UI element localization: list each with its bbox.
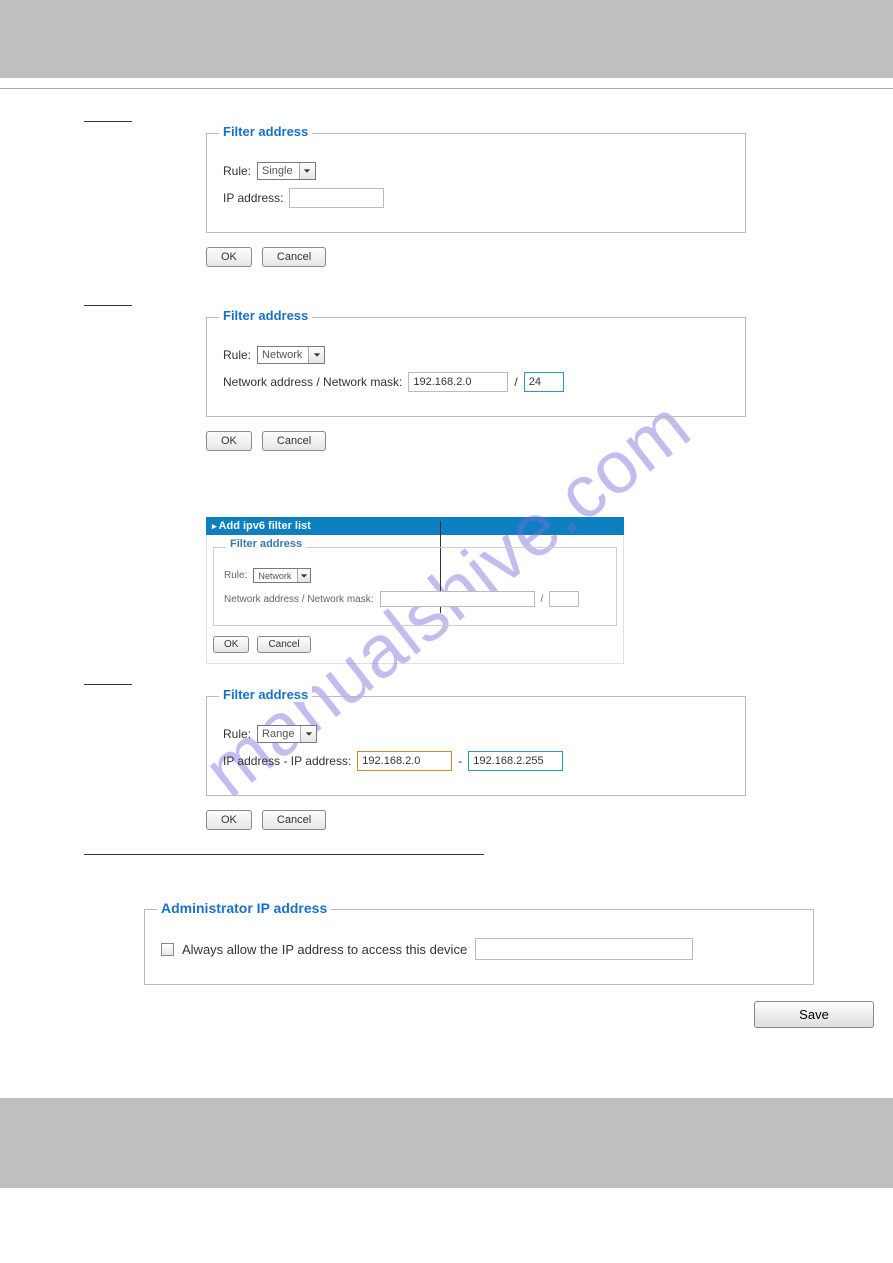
section-marker-network xyxy=(84,296,132,306)
admin-ip-input[interactable] xyxy=(475,938,693,960)
range-label: IP address - IP address: xyxy=(223,754,351,768)
ipv6-header-bar: ▸ Add ipv6 filter list xyxy=(206,517,624,535)
legend-ipv6: Filter address xyxy=(226,538,306,550)
legend-admin: Administrator IP address xyxy=(157,900,331,916)
section-divider xyxy=(84,854,484,855)
ipv6-panel: Filter address Rule: Network Network add… xyxy=(206,535,624,664)
mask-label-network: Network address / Network mask: xyxy=(223,375,402,389)
cancel-button-range[interactable]: Cancel xyxy=(262,810,326,830)
ipv6-address-input[interactable] xyxy=(380,591,535,607)
rule-value-single: Single xyxy=(258,165,299,177)
rule-label-network: Rule: xyxy=(223,348,251,362)
slash-separator: / xyxy=(514,375,517,389)
range-to-input[interactable] xyxy=(468,751,563,771)
rule-label-range: Rule: xyxy=(223,727,251,741)
network-mask-input[interactable] xyxy=(524,372,564,392)
section-marker-range xyxy=(84,675,132,685)
page-content: manualshive.com Filter address Rule: Sin… xyxy=(0,89,893,1068)
ipv6-mask-input[interactable] xyxy=(549,591,579,607)
dash-separator: - xyxy=(458,754,462,768)
rule-label-ipv6: Rule: xyxy=(224,570,247,581)
rule-select-ipv6[interactable]: Network xyxy=(253,568,311,583)
ip-input-single[interactable] xyxy=(289,188,384,208)
chevron-down-icon xyxy=(300,726,316,742)
ok-button-ipv6[interactable]: OK xyxy=(213,636,249,653)
chevron-down-icon xyxy=(297,569,310,582)
rule-label-single: Rule: xyxy=(223,164,251,178)
fieldset-network: Filter address Rule: Network Network add… xyxy=(206,317,746,417)
header-bar xyxy=(0,0,893,78)
rule-value-ipv6: Network xyxy=(254,571,297,581)
fieldset-single: Filter address Rule: Single IP address: xyxy=(206,133,746,233)
triangle-icon: ▸ xyxy=(212,521,217,532)
chevron-down-icon xyxy=(299,163,315,179)
legend-range: Filter address xyxy=(219,687,312,702)
ipv6-bar-title: Add ipv6 filter list xyxy=(219,520,311,532)
cancel-button-single[interactable]: Cancel xyxy=(262,247,326,267)
rule-value-range: Range xyxy=(258,728,300,740)
cancel-button-network[interactable]: Cancel xyxy=(262,431,326,451)
ok-button-range[interactable]: OK xyxy=(206,810,252,830)
always-allow-label: Always allow the IP address to access th… xyxy=(182,942,467,957)
fieldset-range: Filter address Rule: Range IP address - … xyxy=(206,696,746,796)
fieldset-ipv6: Filter address Rule: Network Network add… xyxy=(213,547,617,626)
save-button[interactable]: Save xyxy=(754,1001,874,1028)
ok-button-single[interactable]: OK xyxy=(206,247,252,267)
rule-value-network: Network xyxy=(258,349,308,361)
rule-select-range[interactable]: Range xyxy=(257,725,317,743)
mask-label-ipv6: Network address / Network mask: xyxy=(224,594,374,605)
rule-select-single[interactable]: Single xyxy=(257,162,316,180)
range-from-input[interactable] xyxy=(357,751,452,771)
footer-bar xyxy=(0,1098,893,1188)
always-allow-checkbox[interactable] xyxy=(161,943,174,956)
cancel-button-ipv6[interactable]: Cancel xyxy=(257,636,310,653)
rule-select-network[interactable]: Network xyxy=(257,346,325,364)
fieldset-admin: Administrator IP address Always allow th… xyxy=(144,909,814,985)
section-marker-single xyxy=(84,112,132,122)
chevron-down-icon xyxy=(308,347,324,363)
network-address-input[interactable] xyxy=(408,372,508,392)
ok-button-network[interactable]: OK xyxy=(206,431,252,451)
ip-label-single: IP address: xyxy=(223,191,283,205)
slash-separator-ipv6: / xyxy=(541,594,544,605)
legend-network: Filter address xyxy=(219,308,312,323)
legend-single: Filter address xyxy=(219,124,312,139)
